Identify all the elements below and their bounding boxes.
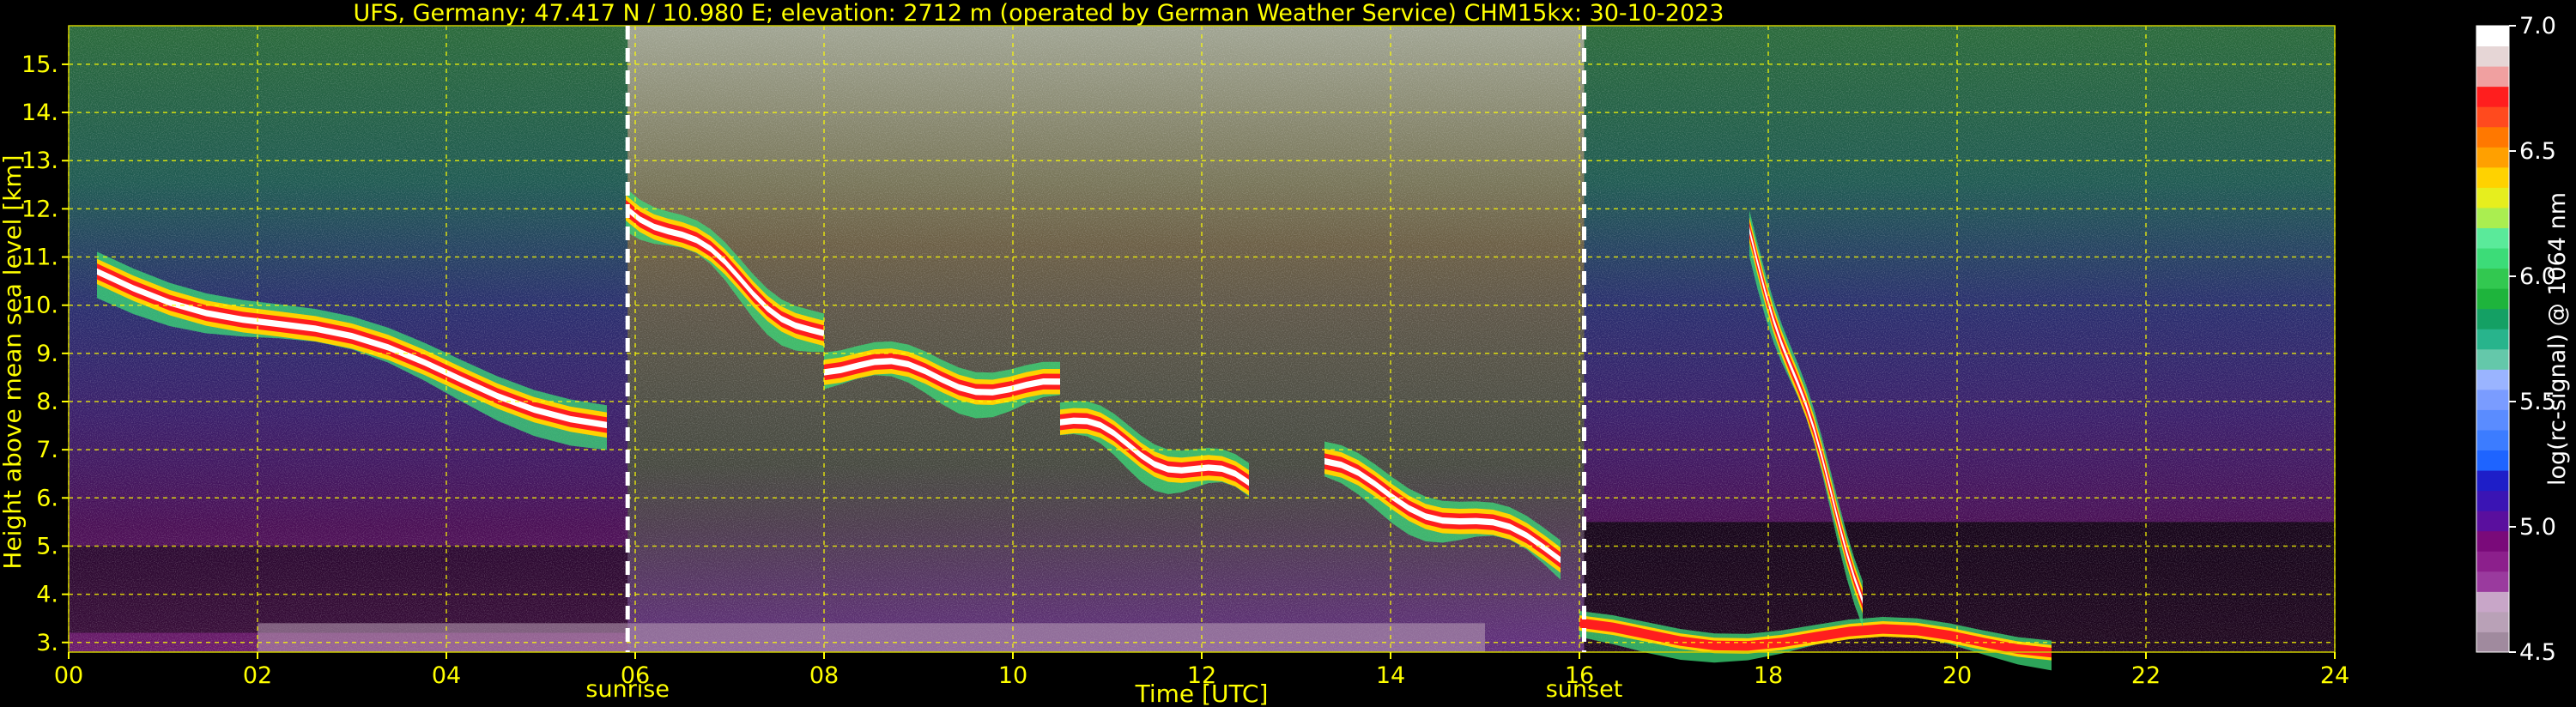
- colorbar-segment: [2476, 429, 2509, 451]
- colorbar-segment: [2476, 227, 2509, 249]
- colorbar-segment: [2476, 551, 2509, 572]
- y-tick-label: 9.: [36, 341, 58, 367]
- y-tick-label: 5.: [36, 533, 58, 559]
- colorbar-tick-label: 6.5: [2519, 138, 2556, 165]
- x-axis-label: Time [UTC]: [1135, 680, 1269, 707]
- x-tick-label: 14: [1376, 662, 1405, 689]
- colorbar-segment: [2476, 348, 2509, 370]
- colorbar-segment: [2476, 409, 2509, 431]
- colorbar-segment: [2476, 248, 2509, 269]
- colorbar-segment: [2476, 329, 2509, 350]
- colorbar-segment: [2476, 147, 2509, 168]
- y-tick-label: 6.: [36, 485, 58, 511]
- y-tick-label: 4.: [36, 582, 58, 608]
- colorbar-label: log(rc-signal) @ 1064 nm: [2544, 192, 2571, 486]
- colorbar-segment: [2476, 106, 2509, 128]
- y-axis-ticks: 3. 4. 5. 6. 7. 8. 9. 10. 11. 12. 13. 14. 15.: [21, 51, 69, 656]
- colorbar-segment: [2476, 268, 2509, 289]
- colorbar-segment: [2476, 611, 2509, 632]
- x-tick-label: 08: [809, 662, 839, 689]
- colorbar-segment: [2476, 571, 2509, 592]
- x-tick-label: 04: [432, 662, 461, 689]
- ground-aerosol-band: [258, 623, 1485, 652]
- y-tick-label: 13.: [21, 148, 58, 174]
- x-tick-label: 18: [1754, 662, 1783, 689]
- colorbar-segment: [2476, 86, 2509, 107]
- x-tick-label: 20: [1943, 662, 1972, 689]
- colorbar-segment: [2476, 490, 2509, 511]
- colorbar-segment: [2476, 166, 2509, 188]
- y-tick-label: 11.: [21, 245, 58, 271]
- colorbar-segment: [2476, 591, 2509, 613]
- x-tick-label: 16: [1565, 662, 1594, 689]
- y-tick-label: 7.: [36, 437, 58, 463]
- x-tick-label: 10: [998, 662, 1027, 689]
- colorbar-segment: [2476, 66, 2509, 88]
- y-tick-label: 15.: [21, 51, 58, 78]
- colorbar-segment: [2476, 470, 2509, 492]
- colorbar-segment: [2476, 288, 2509, 310]
- y-axis-label: Height above mean sea level [km]: [0, 154, 27, 569]
- x-tick-label: 24: [2320, 662, 2349, 689]
- x-tick-label: 02: [243, 662, 272, 689]
- x-tick-label: 00: [54, 662, 83, 689]
- ceilometer-chart: UFS, Germany; 47.417 N / 10.980 E; eleva…: [0, 0, 2571, 707]
- chart-title: UFS, Germany; 47.417 N / 10.980 E; eleva…: [354, 0, 1724, 27]
- colorbar-segment: [2476, 450, 2509, 471]
- colorbar-segment: [2476, 369, 2509, 390]
- colorbar-segment: [2476, 207, 2509, 228]
- colorbar-segment: [2476, 389, 2509, 410]
- colorbar-segment: [2476, 530, 2509, 552]
- colorbar-segment: [2476, 187, 2509, 208]
- colorbar-segment: [2476, 45, 2509, 67]
- colorbar-segment: [2476, 26, 2509, 47]
- colorbar-tick-label: 4.5: [2519, 639, 2556, 666]
- colorbar-tick-label: 5.0: [2519, 514, 2556, 541]
- colorbar-segment: [2476, 511, 2509, 532]
- colorbar-segment: [2476, 126, 2509, 148]
- colorbar-segment: [2476, 308, 2509, 329]
- y-tick-label: 10.: [21, 293, 58, 319]
- colorbar-segment: [2476, 631, 2509, 653]
- x-tick-label: 22: [2131, 662, 2161, 689]
- y-tick-label: 14.: [21, 100, 58, 126]
- y-tick-label: 12.: [21, 196, 58, 222]
- y-tick-label: 8.: [36, 389, 58, 415]
- ceilometer-figure: UFS, Germany; 47.417 N / 10.980 E; eleva…: [0, 0, 2576, 707]
- colorbar-tick-label: 7.0: [2519, 13, 2556, 39]
- y-tick-label: 3.: [36, 630, 58, 656]
- x-tick-label: 06: [621, 662, 650, 689]
